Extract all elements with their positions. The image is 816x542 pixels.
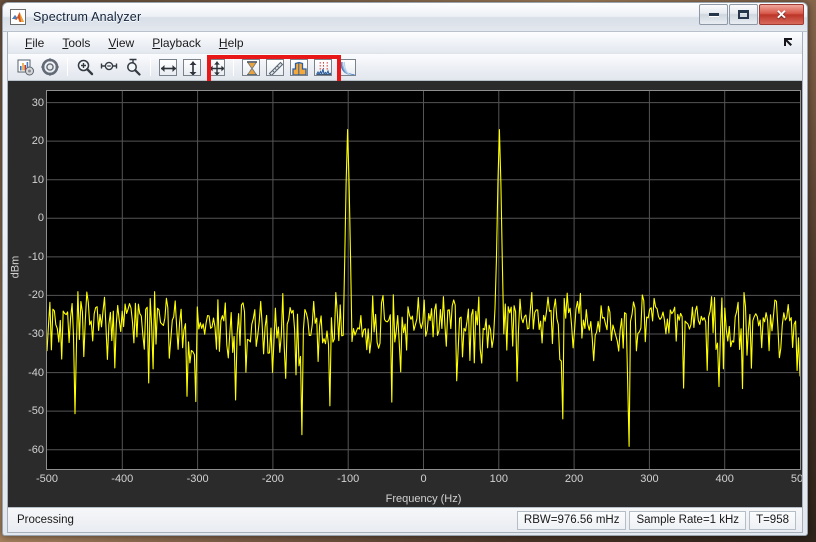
client-area: File Tools View Playback Help dBm 30 20 … [7,32,803,533]
ccdf-measurements-icon [337,58,356,76]
zoom-in-button[interactable] [73,56,96,78]
close-button[interactable]: ✕ [759,4,804,25]
scale-y-axis-icon [182,58,201,76]
x-tick-label: -300 [186,473,209,485]
y-tick-label: 30 [31,96,44,109]
toolbar-separator [67,58,68,76]
scale-x-axis-icon [158,58,177,76]
x-tick-label: -200 [261,473,284,485]
y-tick-label: -20 [28,289,44,302]
x-tick-label: -400 [111,473,134,485]
zoom-y-button[interactable] [121,56,144,78]
toolbar-separator [150,58,151,76]
ccdf-measurements-button[interactable] [335,56,358,78]
status-time: T=958 [749,510,796,530]
status-message: Processing [17,514,74,526]
y-tick-label: -40 [28,366,44,379]
menu-view[interactable]: View [99,34,143,52]
matlab-membrane-icon [10,9,26,25]
x-tick-label: 500 [790,473,802,485]
y-tick-label: -10 [28,250,44,263]
toolbar [8,54,802,88]
y-tick-label: 20 [31,135,44,148]
cursor-measurements-icon [241,58,260,76]
y-tick-label: -30 [28,328,44,340]
channel-measurements-button[interactable] [287,56,310,78]
zoom-x-button[interactable] [97,56,120,78]
status-sample-rate: Sample Rate=1 kHz [629,510,747,530]
channel-measurements-icon [289,58,308,76]
x-tick-label: 400 [715,473,734,485]
status-rbw: RBW=976.56 mHz [516,510,627,530]
y-tick-label: 0 [37,212,44,225]
cursor-measurements-button[interactable] [239,56,262,78]
x-tick-label: 200 [564,473,584,485]
autoscale-button[interactable] [204,56,227,78]
y-tick-label: 10 [31,173,44,186]
x-tick-label: -100 [337,473,360,485]
titlebar: Spectrum Analyzer ✕ [3,3,807,31]
plot-canvas[interactable] [46,90,801,470]
configuration-properties-button[interactable] [38,56,61,78]
x-axis-label: Frequency (Hz) [385,493,462,505]
print-button[interactable] [14,56,37,78]
minimize-button[interactable] [699,4,728,25]
distortion-measurements-icon [313,58,332,76]
y-tick-label: -50 [28,405,44,418]
scale-y-axis-limits-button[interactable] [180,56,203,78]
y-axis-ticks: 30 20 10 0 -10 -20 -30 -40 -50 -60 [8,81,44,508]
x-tick-label: 0 [420,473,427,485]
x-tick-label: 300 [640,473,659,485]
menu-help[interactable]: Help [210,34,253,52]
x-tick-label: 100 [489,473,508,485]
scale-x-axis-limits-button[interactable] [156,56,179,78]
spectrum-analyzer-window: Spectrum Analyzer ✕ File Tools View Play… [0,0,816,542]
peak-finder-button[interactable] [263,56,286,78]
undock-arrow-icon[interactable] [782,36,795,49]
window-title: Spectrum Analyzer [33,10,142,24]
statusbar: Processing RBW=976.56 mHz Sample Rate=1 … [8,507,802,532]
y-tick-label: -60 [28,443,44,456]
menubar: File Tools View Playback Help [8,32,802,54]
window-controls: ✕ [698,4,804,25]
autoscale-icon [206,58,225,76]
x-tick-label: -500 [35,473,59,485]
maximize-restore-button[interactable] [729,4,758,25]
menu-playback[interactable]: Playback [143,34,210,52]
peak-finder-icon [265,58,284,76]
menu-tools[interactable]: Tools [53,34,99,52]
distortion-measurements-button[interactable] [311,56,334,78]
menu-file[interactable]: File [16,34,53,52]
spectrum-trace [47,91,800,469]
spectrum-plot-area[interactable]: dBm 30 20 10 0 -10 -20 -30 -40 -50 -60 -500 -400 -3… [8,81,802,508]
toolbar-separator [233,58,234,76]
